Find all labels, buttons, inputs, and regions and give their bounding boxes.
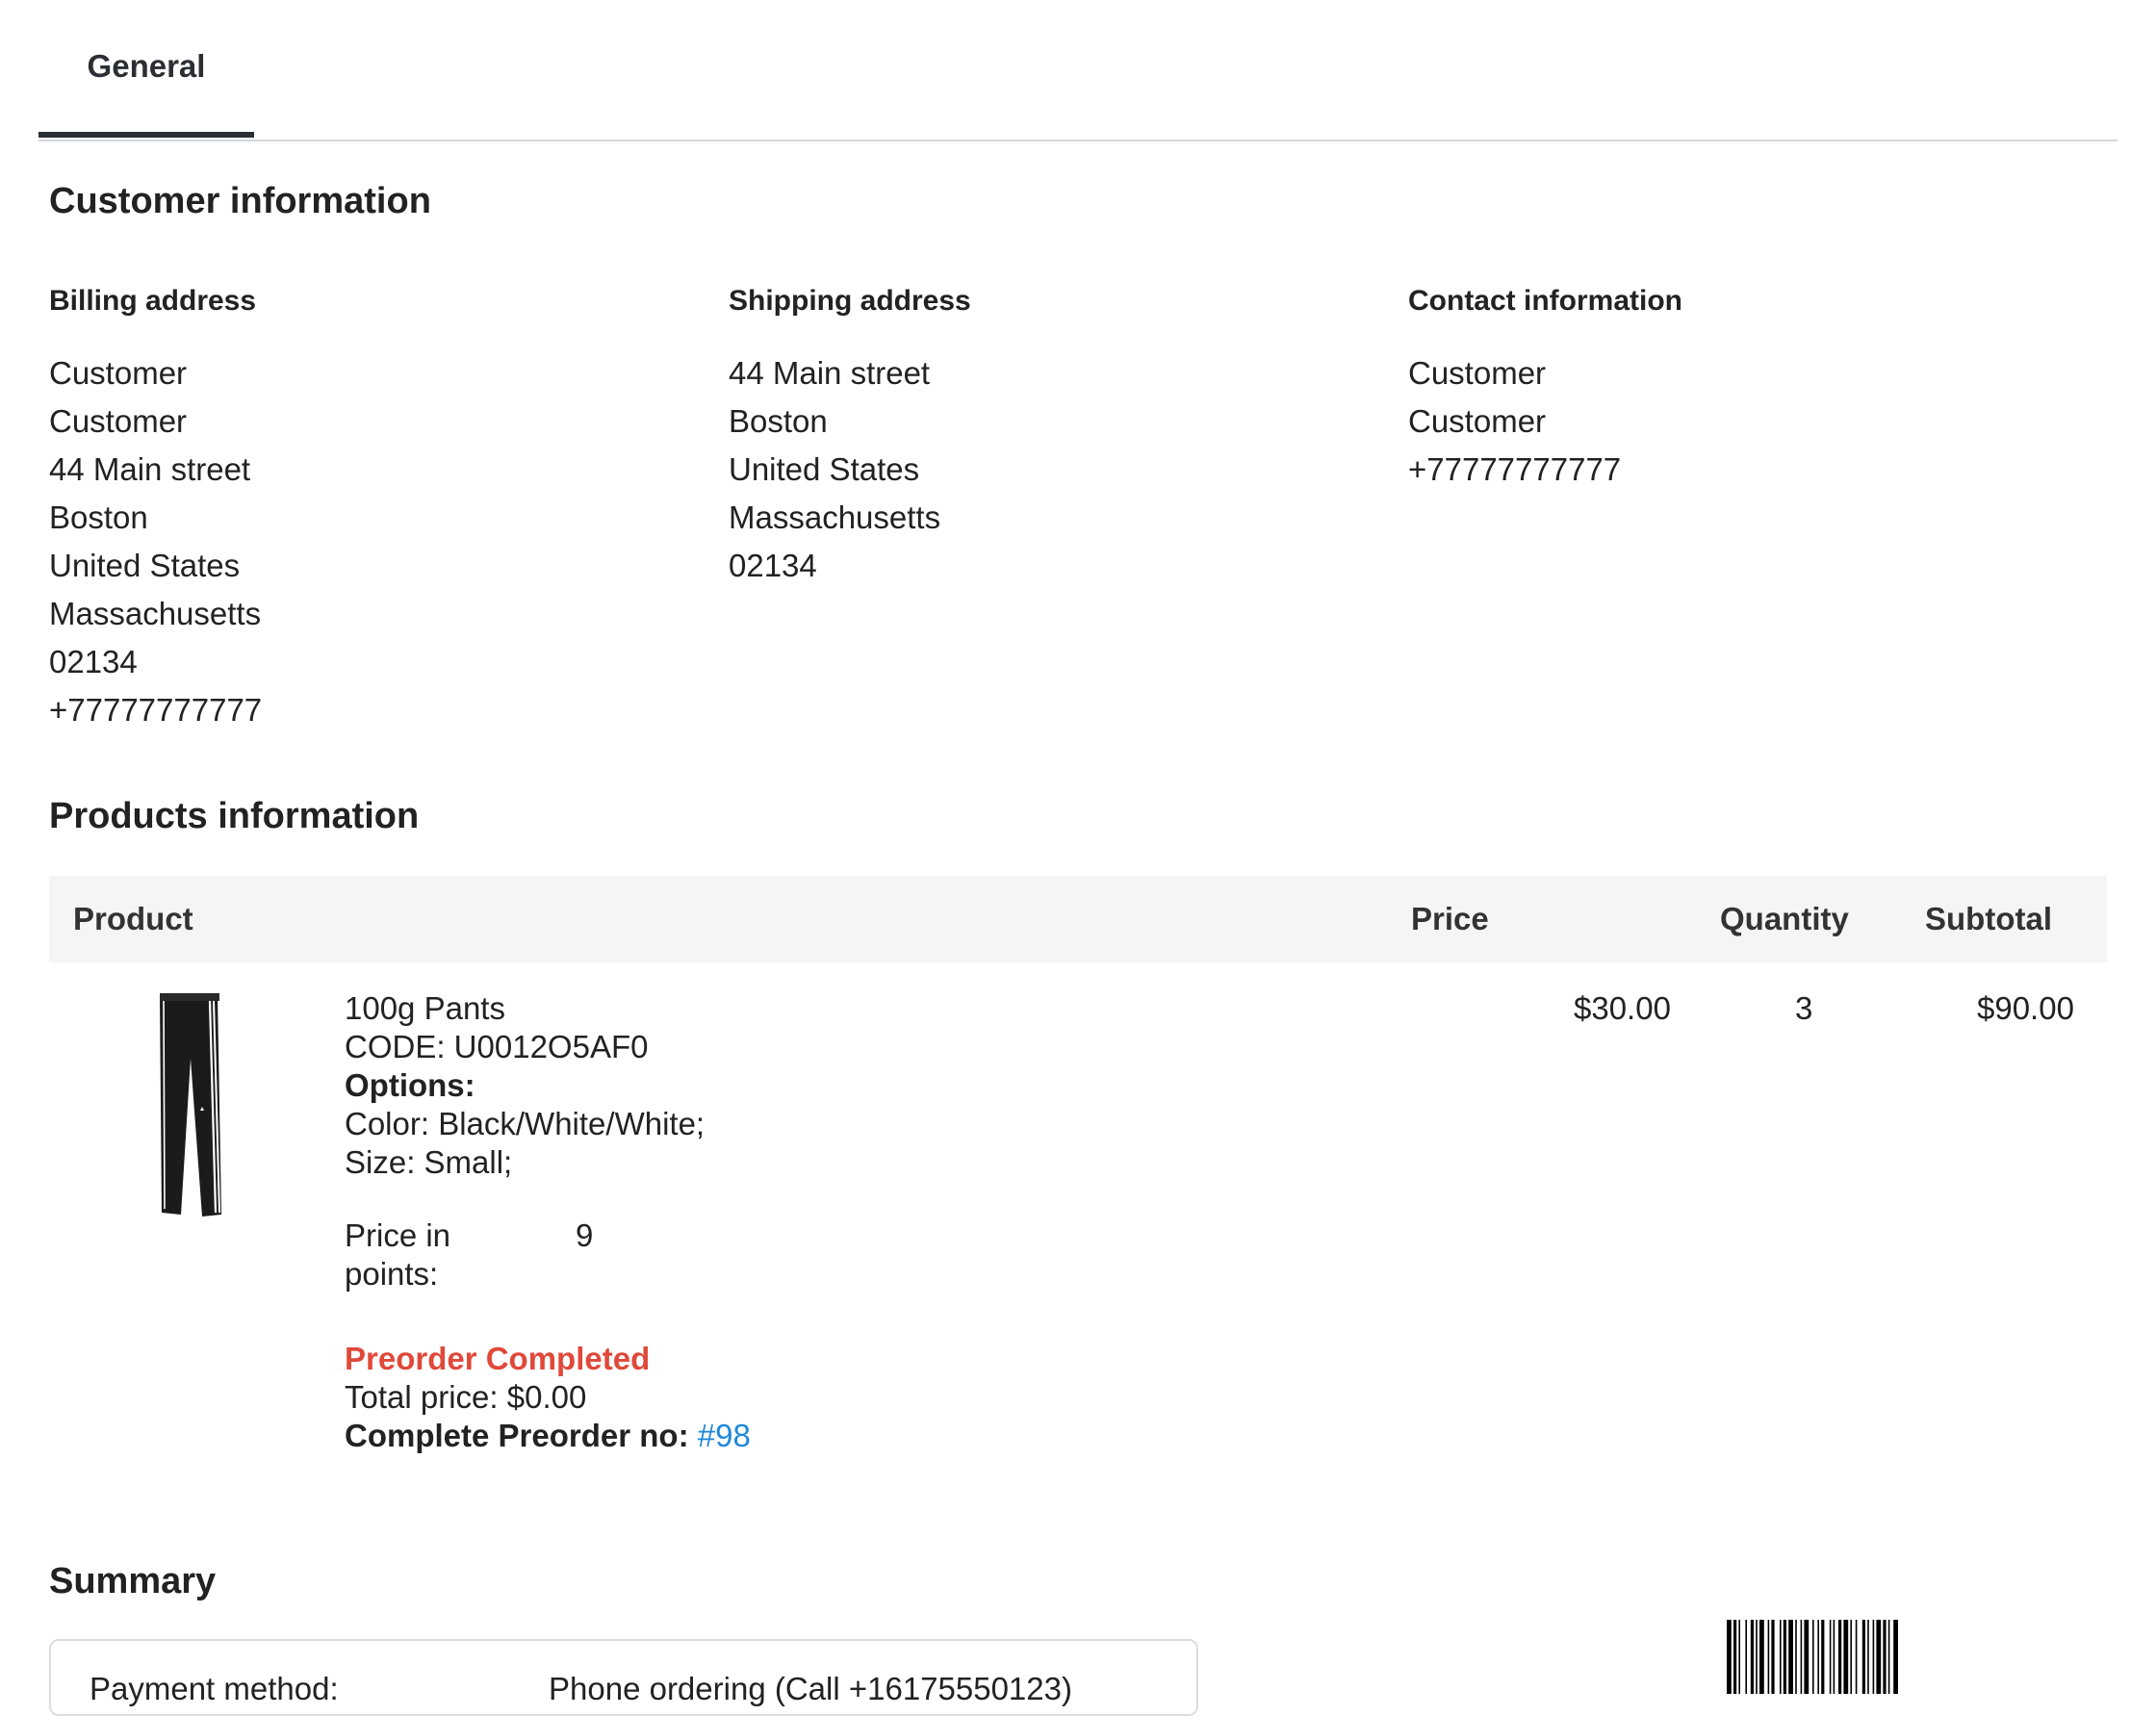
product-quantity: 3 — [1795, 990, 1813, 1026]
products-table-header: Product Price Quantity Subtotal — [49, 876, 2107, 962]
billing-line: 44 Main street — [49, 451, 251, 487]
barcode-bar — [1727, 1620, 1732, 1694]
barcode-bar — [1817, 1620, 1819, 1694]
shipping-line: United States — [729, 451, 920, 487]
barcode-bar — [1738, 1620, 1740, 1694]
product-option: Color: Black/White/White; — [345, 1106, 706, 1141]
shipping-line: 02134 — [729, 548, 817, 583]
column-header-subtotal: Subtotal — [1925, 901, 2052, 936]
shipping-address: 44 Main street Boston United States Mass… — [729, 349, 940, 590]
billing-line: United States — [49, 548, 241, 583]
barcode-bar — [1804, 1620, 1810, 1694]
payment-method-value: Phone ordering (Call +16175550123) — [549, 1671, 1072, 1706]
product-options-label: Options: — [345, 1067, 475, 1103]
column-header-price: Price — [1411, 901, 1489, 936]
barcode-bar — [1795, 1620, 1797, 1694]
products-information-heading: Products information — [49, 796, 420, 836]
barcode-bar — [1883, 1620, 1886, 1694]
column-header-product: Product — [73, 901, 193, 936]
barcode-bar — [1771, 1620, 1775, 1694]
barcode-bar — [1745, 1620, 1747, 1694]
product-code: CODE: U0012O5AF0 — [345, 1029, 649, 1064]
billing-line: Customer — [49, 355, 188, 391]
barcode-bar — [1876, 1620, 1882, 1694]
contact-line: +77777777777 — [1408, 451, 1622, 487]
barcode-bar — [1821, 1620, 1825, 1694]
barcode-bar — [1733, 1620, 1737, 1694]
billing-line: 02134 — [49, 644, 138, 679]
product-image[interactable] — [154, 991, 223, 1218]
shipping-line: Boston — [729, 403, 828, 439]
preorder-block: Preorder Completed Total price: $0.00 Co… — [345, 1340, 751, 1455]
price-in-points-label-line1: Price in — [345, 1217, 451, 1253]
barcode-bar — [1783, 1620, 1786, 1694]
barcode-bar — [1800, 1620, 1803, 1694]
contact-line: Customer — [1408, 355, 1547, 391]
price-in-points-label-line2: points: — [345, 1256, 439, 1292]
preorder-status: Preorder Completed — [345, 1341, 651, 1376]
product-details: 100g Pants CODE: U0012O5AF0 Options: Col… — [345, 989, 705, 1182]
barcode-image — [1727, 1620, 1898, 1694]
billing-address: Customer Customer 44 Main street Boston … — [49, 349, 262, 734]
barcode-bar — [1887, 1620, 1890, 1694]
barcode-bar — [1788, 1620, 1793, 1694]
contact-line: Customer — [1408, 403, 1547, 439]
price-in-points-label: Price in points: — [345, 1217, 450, 1293]
barcode-bar — [1780, 1620, 1782, 1694]
tab-general[interactable]: General — [38, 0, 254, 138]
price-in-points-value: 9 — [576, 1217, 594, 1253]
product-price: $30.00 — [1574, 990, 1671, 1026]
billing-line: Customer — [49, 403, 188, 439]
barcode-bar — [1843, 1620, 1849, 1694]
barcode-bar — [1838, 1620, 1842, 1694]
barcode-bar — [1855, 1620, 1858, 1694]
billing-line: Massachusetts — [49, 596, 262, 631]
payment-method-label: Payment method: — [90, 1671, 339, 1706]
summary-heading: Summary — [49, 1561, 217, 1601]
barcode-bar — [1867, 1620, 1869, 1694]
billing-line: +77777777777 — [49, 692, 263, 728]
column-header-quantity: Quantity — [1720, 901, 1849, 936]
preorder-total-price: Total price: $0.00 — [345, 1379, 587, 1415]
shipping-line: 44 Main street — [729, 355, 931, 391]
barcode-bar — [1759, 1620, 1764, 1694]
product-name: 100g Pants — [345, 990, 505, 1026]
barcode-bar — [1767, 1620, 1770, 1694]
barcode-bar — [1893, 1620, 1898, 1694]
barcode-bar — [1872, 1620, 1875, 1694]
product-subtotal: $90.00 — [1977, 990, 2074, 1026]
tab-bar: General — [38, 0, 2118, 141]
contact-information-heading: Contact information — [1408, 285, 1682, 317]
product-option: Size: Small; — [345, 1144, 513, 1180]
customer-information-heading: Customer information — [49, 181, 431, 221]
complete-preorder-link[interactable]: #98 — [698, 1418, 751, 1453]
barcode-bar — [1829, 1620, 1832, 1694]
shipping-address-heading: Shipping address — [729, 285, 971, 317]
barcode-bar — [1756, 1620, 1758, 1694]
barcode-bar — [1833, 1620, 1835, 1694]
complete-preorder-label: Complete Preorder no: — [345, 1418, 689, 1453]
barcode-bar — [1812, 1620, 1814, 1694]
billing-line: Boston — [49, 499, 148, 535]
barcode-bar — [1850, 1620, 1852, 1694]
barcode-bar — [1861, 1620, 1865, 1694]
shipping-line: Massachusetts — [729, 499, 941, 535]
billing-address-heading: Billing address — [49, 285, 257, 317]
barcode-bar — [1750, 1620, 1754, 1694]
contact-information: Customer Customer +77777777777 — [1408, 349, 1621, 494]
